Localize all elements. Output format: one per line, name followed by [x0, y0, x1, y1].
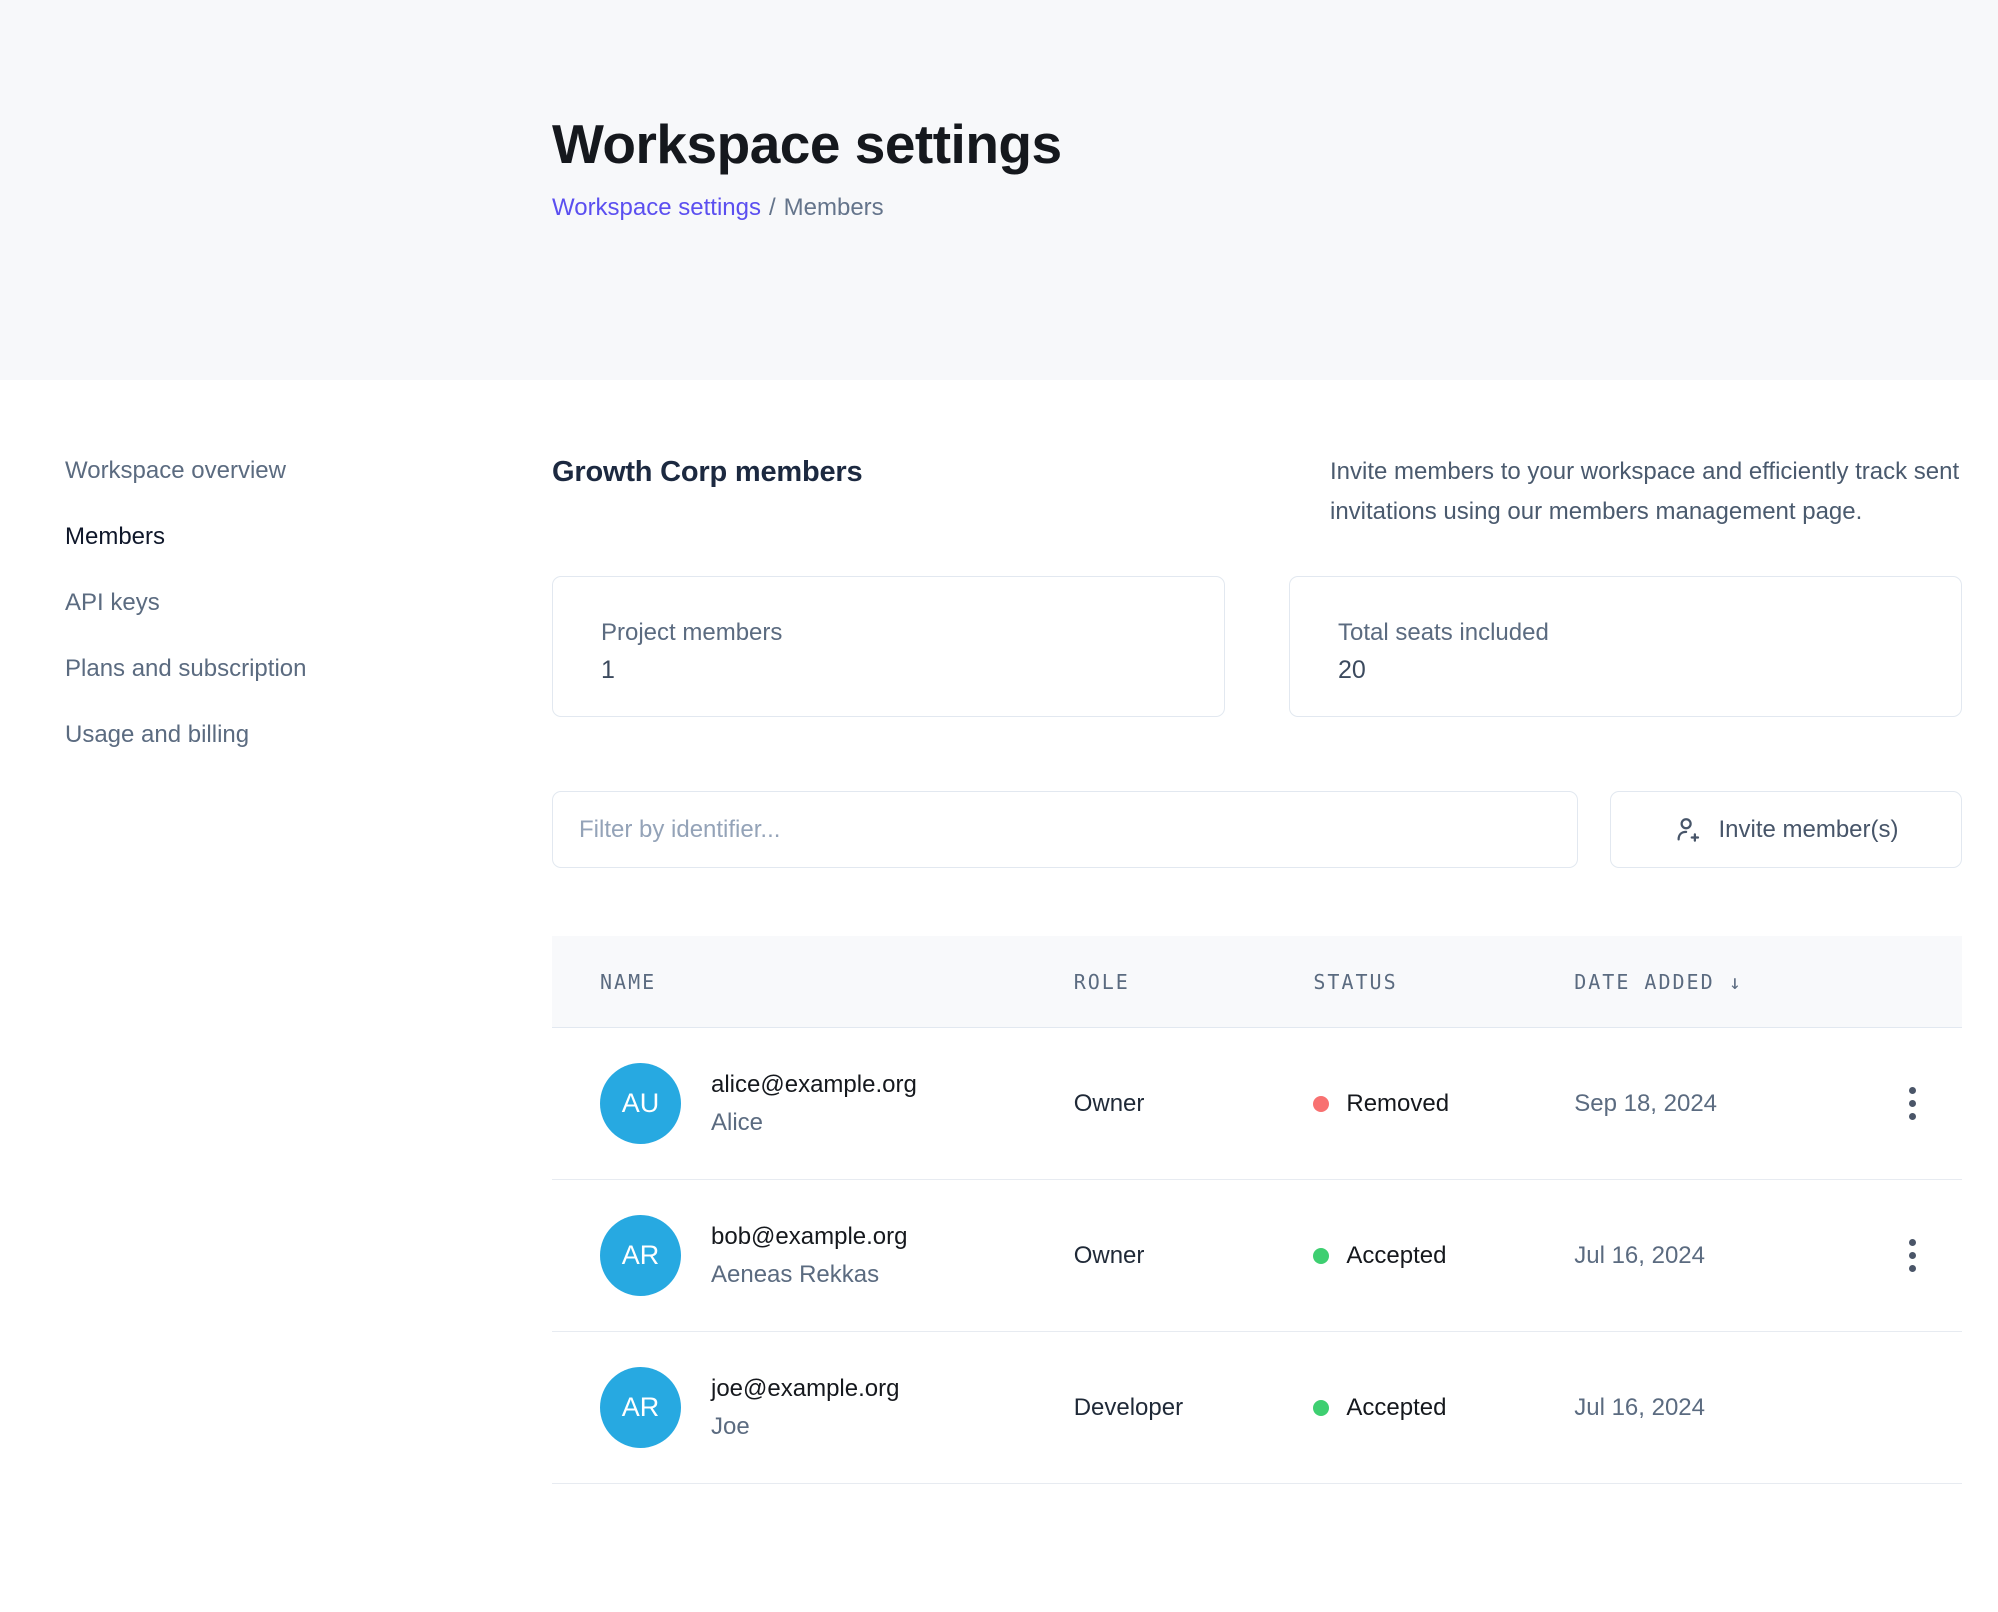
kebab-menu-icon[interactable] — [1899, 1229, 1926, 1282]
column-header-name: NAME — [552, 970, 1074, 994]
member-identity: alice@example.org Alice — [711, 1071, 917, 1137]
sidebar-item-api-keys[interactable]: API keys — [65, 590, 552, 616]
member-name-cell: AR joe@example.org Joe — [552, 1367, 1074, 1448]
member-fullname: Joe — [711, 1413, 899, 1441]
members-intro: Growth Corp members Invite members to yo… — [552, 452, 1962, 532]
status-dot — [1313, 1248, 1329, 1264]
sidebar-item-plans-subscription[interactable]: Plans and subscription — [65, 656, 552, 682]
invite-members-button[interactable]: Invite member(s) — [1610, 791, 1962, 868]
sidebar-item-usage-billing[interactable]: Usage and billing — [65, 722, 552, 748]
members-description: Invite members to your workspace and eff… — [1330, 452, 1962, 532]
column-header-role: ROLE — [1074, 970, 1314, 994]
stat-value: 20 — [1338, 656, 1913, 685]
stat-card-project-members: Project members 1 — [552, 576, 1225, 717]
member-fullname: Aeneas Rekkas — [711, 1261, 907, 1289]
status-dot — [1313, 1096, 1329, 1112]
breadcrumb-separator: / — [769, 194, 776, 221]
member-actions-cell — [1863, 1229, 1962, 1282]
user-plus-icon — [1673, 815, 1703, 845]
table-row: AR joe@example.org Joe Developer Accepte… — [552, 1332, 1962, 1484]
page-title: Workspace settings — [552, 112, 1962, 176]
status-dot — [1313, 1400, 1329, 1416]
breadcrumb-current: Members — [784, 194, 884, 221]
member-identity: joe@example.org Joe — [711, 1375, 899, 1441]
member-email: bob@example.org — [711, 1223, 907, 1251]
stat-label: Total seats included — [1338, 619, 1913, 647]
filter-input[interactable] — [552, 791, 1578, 868]
member-date-added: Sep 18, 2024 — [1574, 1090, 1863, 1118]
members-panel: Growth Corp members Invite members to yo… — [552, 452, 1962, 1484]
stats-row: Project members 1 Total seats included 2… — [552, 576, 1962, 717]
member-email: joe@example.org — [711, 1375, 899, 1403]
stat-value: 1 — [601, 656, 1176, 685]
stat-label: Project members — [601, 619, 1176, 647]
member-status: Accepted — [1313, 1242, 1574, 1270]
status-label: Accepted — [1346, 1394, 1446, 1422]
content-area: Workspace overview Members API keys Plan… — [0, 380, 1998, 1544]
breadcrumb-link-workspace-settings[interactable]: Workspace settings — [552, 194, 761, 221]
member-status: Removed — [1313, 1090, 1574, 1118]
members-heading: Growth Corp members — [552, 452, 862, 489]
sidebar-item-workspace-overview[interactable]: Workspace overview — [65, 458, 552, 484]
invite-members-label: Invite member(s) — [1718, 816, 1898, 844]
table-row: AR bob@example.org Aeneas Rekkas Owner A… — [552, 1180, 1962, 1332]
members-table: NAME ROLE STATUS DATE ADDED ↓ AU alice@e… — [552, 936, 1962, 1484]
column-header-date-added[interactable]: DATE ADDED ↓ — [1574, 970, 1863, 994]
arrow-down-icon: ↓ — [1729, 970, 1743, 994]
page-header: Workspace settings Workspace settings / Me… — [0, 0, 1998, 380]
sidebar-item-members[interactable]: Members — [65, 524, 552, 550]
avatar: AR — [600, 1215, 681, 1296]
member-actions-cell — [1863, 1381, 1962, 1434]
member-role: Owner — [1074, 1242, 1314, 1270]
member-date-added: Jul 16, 2024 — [1574, 1242, 1863, 1270]
avatar: AR — [600, 1367, 681, 1448]
filter-row: Invite member(s) — [552, 791, 1962, 868]
settings-sidebar: Workspace overview Members API keys Plan… — [65, 452, 552, 1484]
member-email: alice@example.org — [711, 1071, 917, 1099]
status-label: Removed — [1346, 1090, 1449, 1118]
member-status: Accepted — [1313, 1394, 1574, 1422]
member-name-cell: AR bob@example.org Aeneas Rekkas — [552, 1215, 1074, 1296]
member-role: Developer — [1074, 1394, 1314, 1422]
column-header-status: STATUS — [1313, 970, 1574, 994]
member-identity: bob@example.org Aeneas Rekkas — [711, 1223, 907, 1289]
table-row: AU alice@example.org Alice Owner Removed… — [552, 1028, 1962, 1180]
member-role: Owner — [1074, 1090, 1314, 1118]
breadcrumb: Workspace settings / Members — [552, 194, 1962, 222]
member-name-cell: AU alice@example.org Alice — [552, 1063, 1074, 1144]
stat-card-total-seats: Total seats included 20 — [1289, 576, 1962, 717]
status-label: Accepted — [1346, 1242, 1446, 1270]
member-actions-cell — [1863, 1077, 1962, 1130]
member-date-added: Jul 16, 2024 — [1574, 1394, 1863, 1422]
kebab-menu-icon[interactable] — [1899, 1077, 1926, 1130]
avatar: AU — [600, 1063, 681, 1144]
table-header-row: NAME ROLE STATUS DATE ADDED ↓ — [552, 936, 1962, 1028]
member-fullname: Alice — [711, 1109, 917, 1137]
